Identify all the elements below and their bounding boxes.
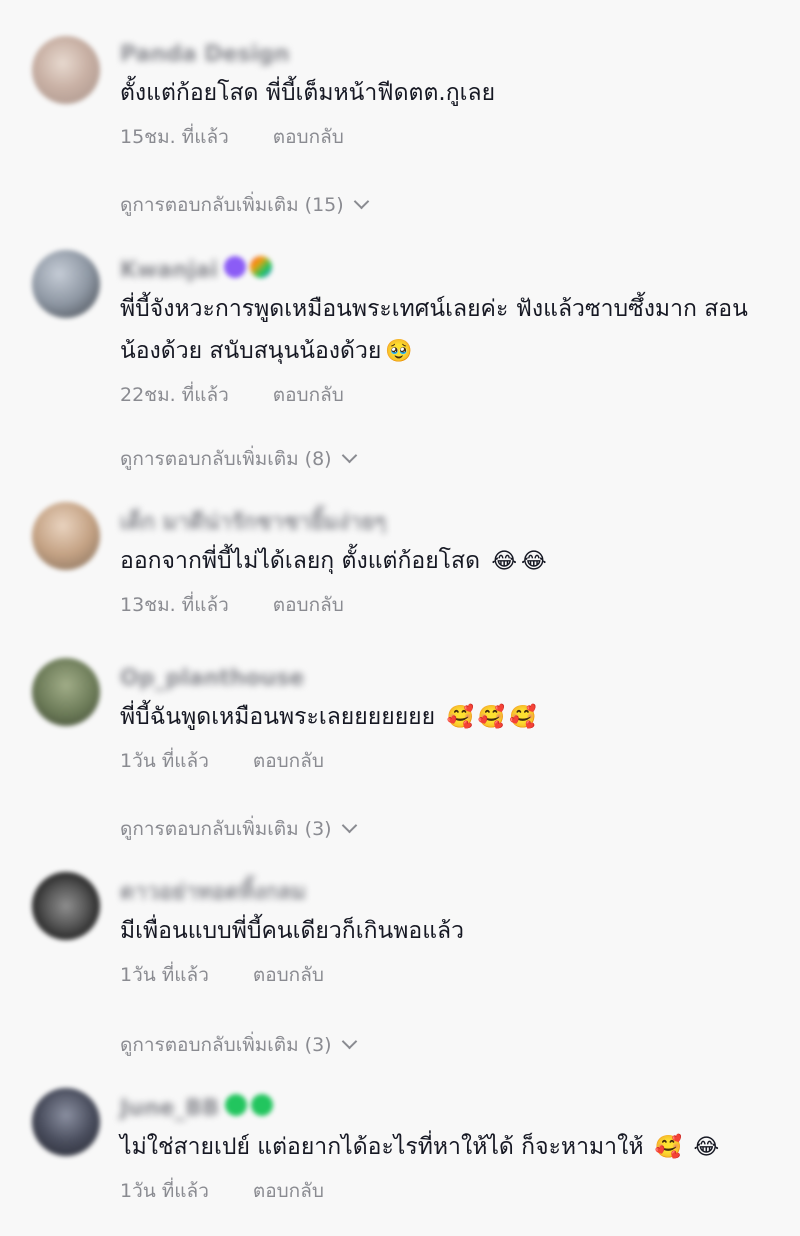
view-more-replies-button[interactable]: ดูการตอบกลับเพิ่มเติม (3)	[120, 814, 357, 844]
green-badge-icon	[224, 1094, 247, 1116]
comment-username[interactable]: June_BB	[120, 1094, 219, 1124]
reply-button[interactable]: ตอบกลับ	[273, 384, 344, 406]
view-more-replies-button[interactable]: ดูการตอบกลับเพิ่มเติม (15)	[120, 190, 369, 220]
comment-timestamp: 22ชม. ที่แล้ว	[120, 384, 229, 406]
comment-timestamp: 1วัน ที่แล้ว	[120, 1180, 209, 1202]
reply-button[interactable]: ตอบกลับ	[253, 750, 324, 772]
laughing-face-icon: 😂	[491, 549, 518, 574]
comment-meta: 15ชม. ที่แล้ว ตอบกลับ	[120, 120, 776, 154]
comment-username[interactable]: ดาวอย่าทอดทิ้งกลม	[120, 878, 306, 908]
view-more-replies-button[interactable]: ดูการตอบกลับเพิ่มเติม (8)	[120, 444, 357, 474]
comment-text: ออกจากพี่บี้ไม่ได้เลยกุ ตั้งแต่ก้อยโสด 😂…	[120, 540, 776, 582]
reply-button[interactable]: ตอบกลับ	[273, 126, 344, 148]
comment-text-content: ไม่ใช่สายเปย์ แต่อยากได้อะไรที่หาให้ได้ …	[120, 1134, 644, 1160]
comment-username[interactable]: Kwanjai	[120, 256, 218, 286]
comment-text-content: พี่บี้จังหวะการพูดเหมือนพระเทศน์เลยค่ะ ฟ…	[120, 296, 748, 364]
comment-timestamp: 1วัน ที่แล้ว	[120, 964, 209, 986]
smiling-face-with-hearts-icon: 🥰	[654, 1135, 683, 1160]
comment-header: Panda Design	[120, 40, 776, 70]
comment-meta: 1วัน ที่แล้ว ตอบกลับ	[120, 744, 776, 778]
smiling-face-with-hearts-icon: 🥰	[509, 705, 537, 730]
comment-username[interactable]: Panda Design	[120, 40, 290, 70]
comment-meta: 22ชม. ที่แล้ว ตอบกลับ	[120, 378, 776, 412]
laughing-face-icon: 😂	[693, 1135, 720, 1160]
view-more-replies-label: ดูการตอบกลับเพิ่มเติม (3)	[120, 818, 332, 840]
view-more-replies-button[interactable]: ดูการตอบกลับเพิ่มเติม (3)	[120, 1030, 357, 1060]
chevron-down-icon	[353, 193, 369, 210]
view-more-replies-label: ดูการตอบกลับเพิ่มเติม (15)	[120, 194, 344, 216]
comment-text-content: มีเพื่อนแบบพี่บี้คนเดียวก็เกินพอแล้ว	[120, 918, 465, 944]
comment-header: เด็ก มาดีน่ารักชาชายิ้มง่ายๆ	[120, 508, 776, 538]
avatar[interactable]	[32, 502, 100, 570]
purple-heart-icon	[223, 256, 246, 278]
chevron-down-icon	[341, 817, 357, 834]
chevron-down-icon	[341, 447, 357, 464]
laughing-face-icon: 😂	[521, 549, 547, 574]
comment-header: ดาวอย่าทอดทิ้งกลม	[120, 878, 776, 908]
comment-header: Op_planthouse	[120, 664, 776, 694]
comment-meta: 1วัน ที่แล้ว ตอบกลับ	[120, 1174, 776, 1208]
comment-text: มีเพื่อนแบบพี่บี้คนเดียวก็เกินพอแล้ว	[120, 910, 776, 952]
rainbow-icon	[249, 256, 272, 278]
comment-text: พี่บี้จังหวะการพูดเหมือนพระเทศน์เลยค่ะ ฟ…	[120, 288, 776, 372]
smiling-face-with-hearts-icon: 🥰	[446, 705, 474, 730]
user-badges	[224, 1094, 277, 1116]
smiling-face-with-hearts-icon: 🥰	[477, 705, 506, 730]
comment-text: ตั้งแต่ก้อยโสด พี่บี้เต็มหน้าฟีดตต.กูเลย	[120, 72, 776, 114]
comment-text-content: พี่บี้ฉันพูดเหมือนพระเลยยยยยยย	[120, 704, 436, 730]
avatar[interactable]	[32, 36, 100, 104]
comment-header: Kwanjai	[120, 256, 776, 286]
chevron-down-icon	[341, 1033, 357, 1050]
green-heart-icon	[250, 1094, 273, 1116]
comment-timestamp: 13ชม. ที่แล้ว	[120, 594, 229, 616]
comment-text: ไม่ใช่สายเปย์ แต่อยากได้อะไรที่หาให้ได้ …	[120, 1126, 776, 1168]
reply-button[interactable]: ตอบกลับ	[253, 1180, 324, 1202]
avatar[interactable]	[32, 1088, 100, 1156]
comment-header: June_BB	[120, 1094, 776, 1124]
view-more-replies-label: ดูการตอบกลับเพิ่มเติม (3)	[120, 1034, 332, 1056]
comment-meta: 1วัน ที่แล้ว ตอบกลับ	[120, 958, 776, 992]
user-badges	[223, 256, 276, 278]
reply-button[interactable]: ตอบกลับ	[273, 594, 344, 616]
comment-text-content: ตั้งแต่ก้อยโสด พี่บี้เต็มหน้าฟีดตต.กูเลย	[120, 80, 496, 106]
comment-timestamp: 15ชม. ที่แล้ว	[120, 126, 229, 148]
reply-button[interactable]: ตอบกลับ	[253, 964, 324, 986]
comment-username[interactable]: เด็ก มาดีน่ารักชาชายิ้มง่ายๆ	[120, 508, 386, 538]
comment-meta: 13ชม. ที่แล้ว ตอบกลับ	[120, 588, 776, 622]
avatar[interactable]	[32, 250, 100, 318]
avatar[interactable]	[32, 872, 100, 940]
view-more-replies-label: ดูการตอบกลับเพิ่มเติม (8)	[120, 448, 332, 470]
avatar[interactable]	[32, 658, 100, 726]
comment-text: พี่บี้ฉันพูดเหมือนพระเลยยยยยยย 🥰 🥰 🥰	[120, 696, 776, 738]
comment-text-content: ออกจากพี่บี้ไม่ได้เลยกุ ตั้งแต่ก้อยโสด	[120, 548, 481, 574]
pleading-face-icon: 🥹	[385, 339, 413, 364]
comment-timestamp: 1วัน ที่แล้ว	[120, 750, 209, 772]
comment-username[interactable]: Op_planthouse	[120, 664, 304, 694]
